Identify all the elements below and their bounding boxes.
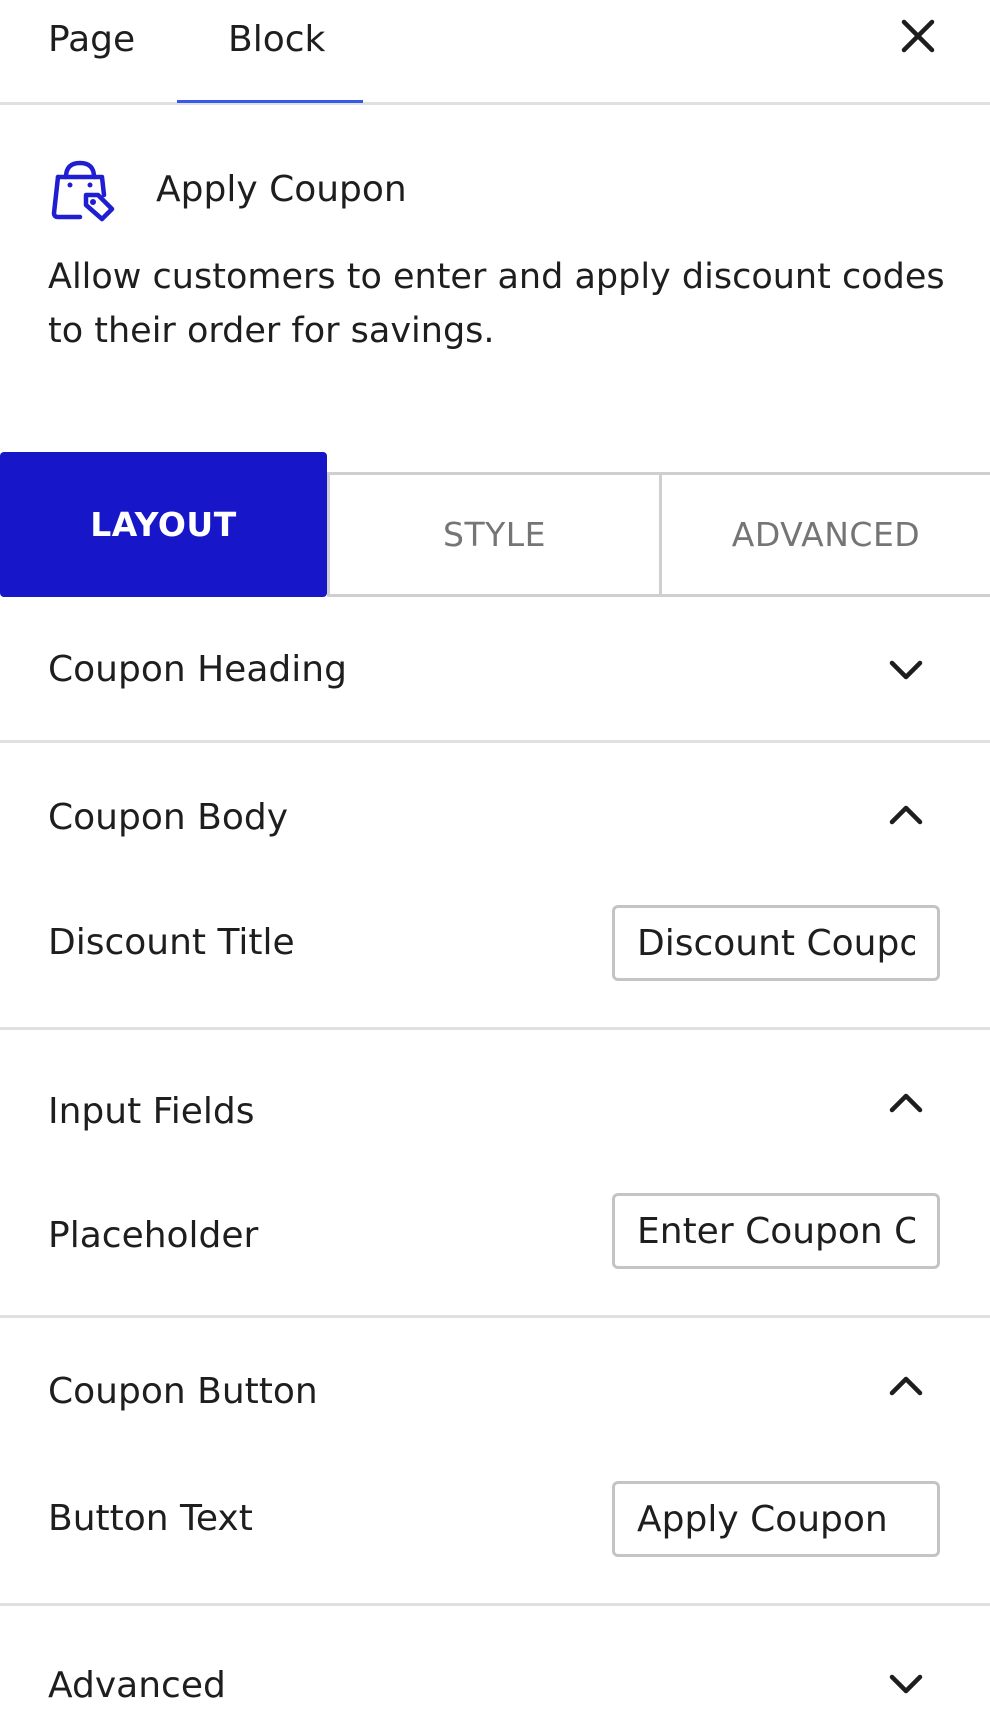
sidebar-tabs: Page Block (0, 0, 990, 105)
tab-block[interactable]: Block (228, 12, 325, 68)
tab-page[interactable]: Page (48, 12, 135, 68)
chevron-down-icon[interactable] (886, 1664, 926, 1704)
panel-coupon-body: Coupon Body Discount Title (0, 743, 990, 1030)
settings-tabs: LAYOUT STYLE ADVANCED (0, 452, 990, 597)
panel-title-coupon-heading[interactable]: Coupon Heading (48, 642, 347, 698)
discount-title-input[interactable] (612, 905, 940, 981)
panel-advanced: Advanced (0, 1606, 990, 1716)
chevron-up-icon[interactable] (886, 1083, 926, 1123)
panel-input-fields: Input Fields Placeholder (0, 1030, 990, 1318)
panel-title-advanced[interactable]: Advanced (48, 1658, 226, 1714)
tab-style[interactable]: STYLE (327, 472, 662, 597)
panel-title-coupon-body[interactable]: Coupon Body (48, 790, 288, 846)
field-label-placeholder: Placeholder (48, 1215, 259, 1256)
panel-title-coupon-button[interactable]: Coupon Button (48, 1364, 318, 1420)
block-description: Allow customers to enter and apply disco… (48, 257, 945, 351)
chevron-up-icon[interactable] (886, 795, 926, 835)
field-label-button-text: Button Text (48, 1498, 253, 1539)
panel-coupon-heading: Coupon Heading (0, 597, 990, 743)
active-tab-indicator (177, 100, 363, 103)
field-label-discount-title: Discount Title (48, 922, 295, 963)
close-icon (901, 19, 935, 53)
placeholder-input[interactable] (612, 1193, 940, 1269)
tab-advanced[interactable]: ADVANCED (659, 472, 990, 597)
block-title: Apply Coupon (156, 169, 407, 210)
panel-coupon-button: Coupon Button Button Text (0, 1318, 990, 1606)
block-settings-panel: Page Block Apply Coupon Allow customers … (0, 0, 990, 1716)
tab-layout[interactable]: LAYOUT (0, 452, 327, 597)
shopping-bag-tag-icon (48, 155, 118, 225)
button-text-input[interactable] (612, 1481, 940, 1557)
chevron-up-icon[interactable] (886, 1366, 926, 1406)
chevron-down-icon[interactable] (886, 650, 926, 690)
close-button[interactable] (896, 14, 940, 58)
panel-title-input-fields[interactable]: Input Fields (48, 1084, 255, 1140)
